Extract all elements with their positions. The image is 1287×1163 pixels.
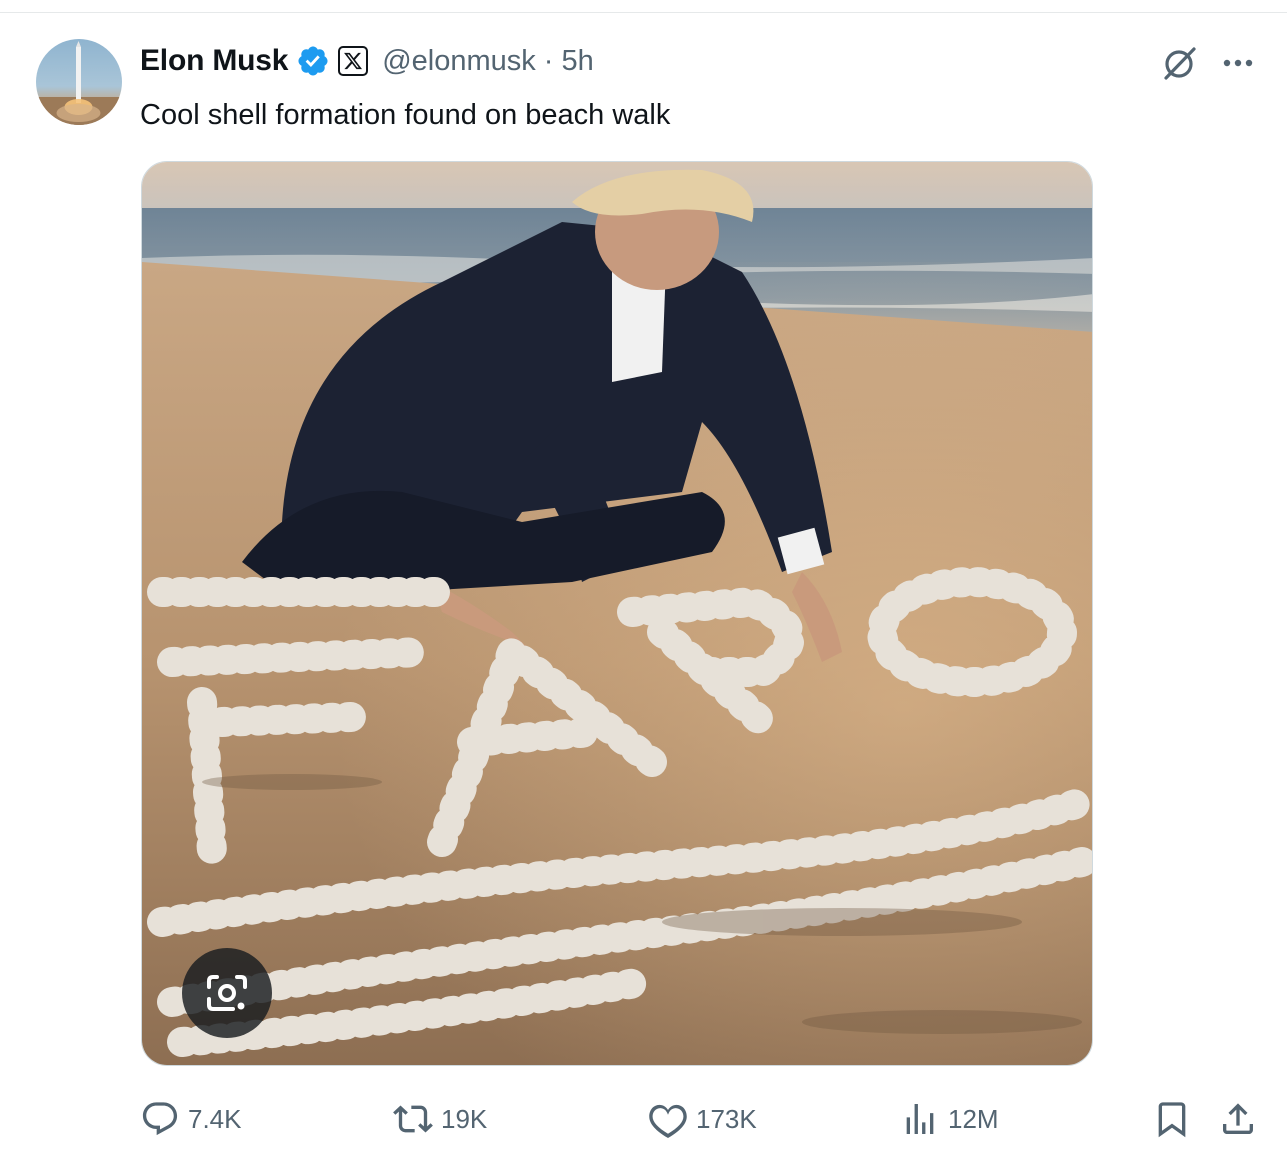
tweet[interactable]: Elon Musk @elonmusk · 5h Cool shell form… — [0, 12, 1287, 1163]
like-icon — [649, 1104, 687, 1138]
verified-badge-icon — [298, 46, 328, 76]
reply-button[interactable]: 7.4K — [140, 1095, 242, 1143]
like-count: 173K — [696, 1103, 757, 1134]
post-text: Cool shell formation found on beach walk — [140, 99, 671, 131]
grok-icon[interactable] — [1160, 43, 1200, 83]
x-logo-icon — [338, 46, 369, 76]
separator-dot: · — [543, 44, 554, 77]
post-time[interactable]: 5h — [561, 45, 593, 78]
view-count: 12M — [948, 1103, 999, 1134]
share-icon[interactable] — [1218, 1099, 1258, 1139]
repost-icon — [393, 1105, 433, 1133]
repost-button[interactable]: 19K — [393, 1095, 487, 1143]
more-icon[interactable] — [1218, 43, 1258, 83]
views-button[interactable]: 12M — [900, 1095, 999, 1143]
bookmark-icon[interactable] — [1152, 1099, 1192, 1139]
post-image[interactable] — [141, 161, 1093, 1066]
post-header: Elon Musk @elonmusk · 5h — [140, 41, 594, 81]
google-lens-icon[interactable] — [182, 948, 272, 1038]
repost-count: 19K — [441, 1103, 488, 1134]
author-name[interactable]: Elon Musk — [140, 44, 288, 78]
views-icon — [906, 1104, 934, 1134]
reply-count: 7.4K — [188, 1103, 242, 1134]
avatar[interactable] — [36, 39, 122, 125]
like-button[interactable]: 173K — [648, 1095, 757, 1143]
reply-icon — [142, 1102, 178, 1136]
action-bar: 7.4K 19K 173K 12M — [0, 1095, 1287, 1143]
author-handle[interactable]: @elonmusk — [382, 45, 536, 78]
